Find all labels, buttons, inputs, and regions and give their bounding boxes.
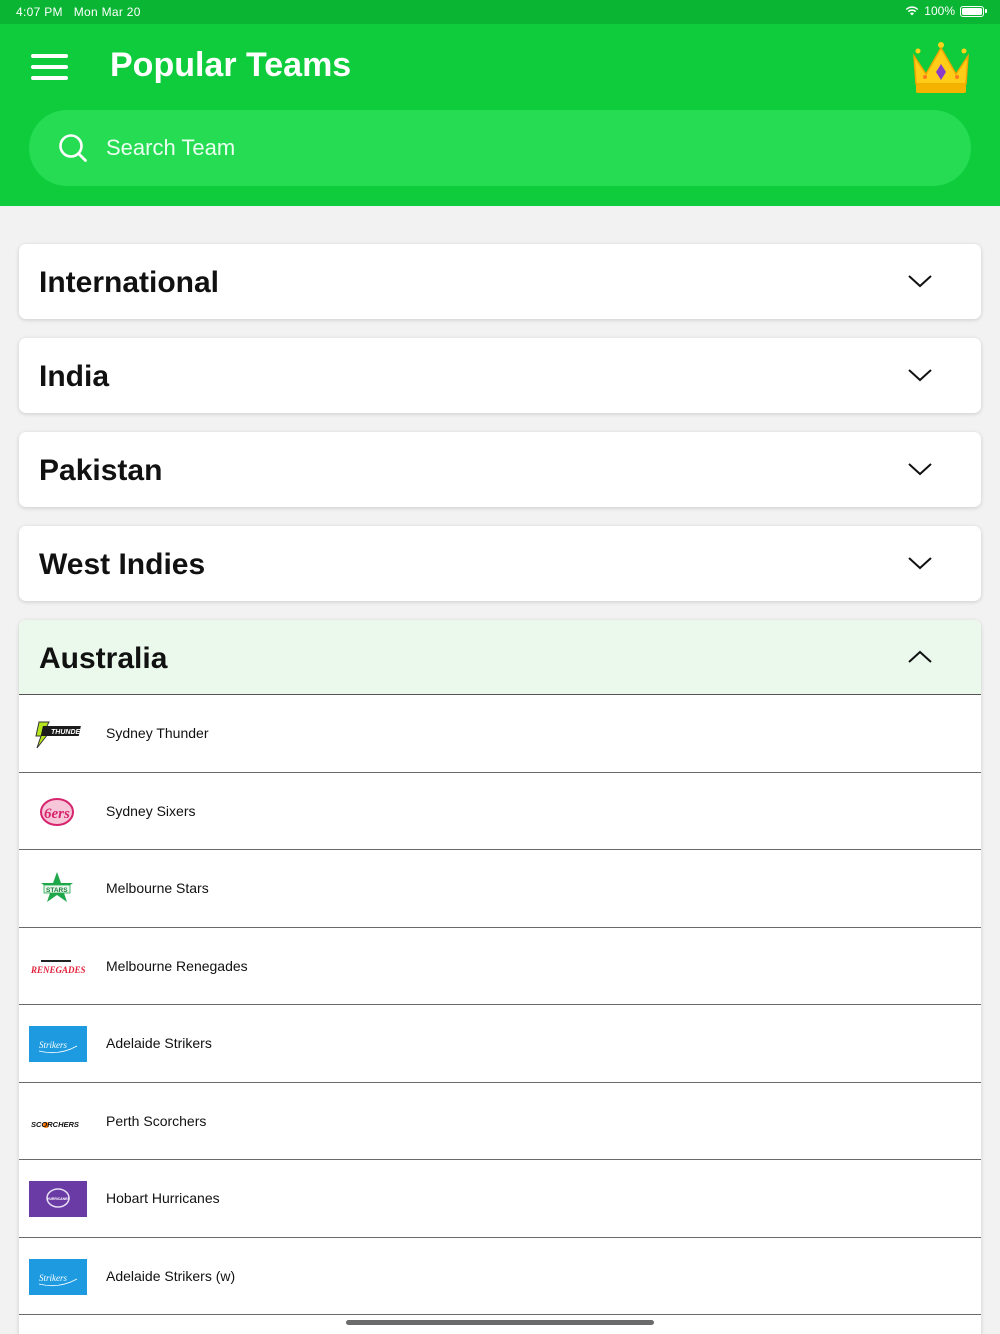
section-title: Pakistan	[39, 454, 163, 487]
app-root: 4:07 PM Mon Mar 20 100% Popular Teams Se…	[0, 0, 1000, 1334]
logo-text: RENEGADES	[30, 965, 86, 975]
section-international[interactable]: International	[19, 244, 981, 319]
melbourne-stars-logo: STARS	[41, 872, 73, 902]
status-bar: 4:07 PM Mon Mar 20 100%	[0, 0, 1000, 24]
team-name: Sydney Sixers	[106, 802, 196, 819]
search-icon	[59, 134, 87, 162]
hobart-hurricanes-logo: HURRICANES	[29, 1181, 87, 1217]
section-title: West Indies	[39, 548, 206, 581]
team-row[interactable]: RENEGADES Melbourne Renegades	[19, 927, 981, 1005]
team-name: Sydney Thunder	[106, 725, 209, 741]
team-name: Adelaide Strikers	[106, 1035, 212, 1051]
chevron-up-icon	[908, 650, 932, 663]
section-title: Australia	[39, 642, 168, 675]
team-name: Melbourne Renegades	[106, 957, 248, 974]
team-row[interactable]: SCORCHERS Perth Scorchers	[19, 1082, 981, 1160]
status-indicators: 100%	[905, 4, 987, 18]
team-row[interactable]: Strikers Adelaide Strikers (w)	[19, 1237, 981, 1315]
adelaide-strikers-w-logo: Strikers	[29, 1258, 87, 1295]
team-name: Perth Scorchers	[106, 1112, 207, 1129]
section-title: India	[39, 360, 110, 393]
page-title: Popular Teams	[110, 46, 352, 84]
section-australia: Australia THUNDER Sydney Thunder 6ers Sy…	[19, 620, 981, 1334]
app-header: 4:07 PM Mon Mar 20 100% Popular Teams	[0, 0, 1000, 206]
team-name: Hobart Hurricanes	[106, 1190, 220, 1206]
sydney-sixers-logo: 6ers	[40, 797, 74, 826]
hamburger-menu-icon[interactable]	[31, 52, 68, 82]
status-clock: 4:07 PM	[16, 5, 63, 19]
logo-text: Strikers	[39, 1040, 67, 1050]
home-indicator	[346, 1320, 654, 1325]
adelaide-strikers-logo: Strikers	[29, 1026, 87, 1062]
section-title: International	[39, 266, 220, 299]
chevron-down-icon	[908, 275, 932, 288]
logo-text: HURRICANES	[47, 1197, 70, 1201]
chevron-down-icon	[908, 369, 932, 382]
status-time: 4:07 PM Mon Mar 20	[16, 5, 141, 19]
search-input[interactable]	[106, 130, 906, 166]
wifi-icon	[906, 6, 919, 16]
chevron-down-icon	[908, 463, 932, 476]
crown-icon[interactable]	[910, 40, 972, 96]
logo-text: SCORCHERS	[31, 1120, 79, 1129]
battery-percent: 100%	[924, 4, 955, 18]
team-row[interactable]: THUNDER Sydney Thunder	[19, 695, 981, 773]
logo-text: THUNDER	[51, 729, 85, 736]
logo-text: Strikers	[39, 1273, 67, 1283]
team-row[interactable]: HURRICANES Hobart Hurricanes	[19, 1160, 981, 1238]
melbourne-renegades-logo: RENEGADES	[30, 959, 86, 975]
section-west-indies[interactable]: West Indies	[19, 526, 981, 601]
team-row[interactable]: STARS Melbourne Stars	[19, 850, 981, 928]
sydney-thunder-logo: THUNDER	[35, 721, 85, 749]
logo-text: STARS	[46, 887, 68, 894]
team-name: Melbourne Stars	[106, 880, 209, 896]
team-list: THUNDER Sydney Thunder 6ers Sydney Sixer…	[19, 695, 981, 1315]
chevron-down-icon	[908, 557, 932, 570]
logo-text: 6ers	[44, 806, 70, 822]
team-row[interactable]: Strikers Adelaide Strikers	[19, 1005, 981, 1083]
team-row[interactable]: 6ers Sydney Sixers	[19, 772, 981, 850]
status-date: Mon Mar 20	[73, 5, 141, 19]
battery-icon	[960, 5, 987, 17]
section-india[interactable]: India	[19, 338, 981, 413]
perth-scorchers-logo: SCORCHERS	[31, 1120, 79, 1129]
section-australia-header[interactable]: Australia	[19, 620, 981, 695]
section-pakistan[interactable]: Pakistan	[19, 432, 981, 507]
team-name: Adelaide Strikers (w)	[106, 1267, 236, 1284]
